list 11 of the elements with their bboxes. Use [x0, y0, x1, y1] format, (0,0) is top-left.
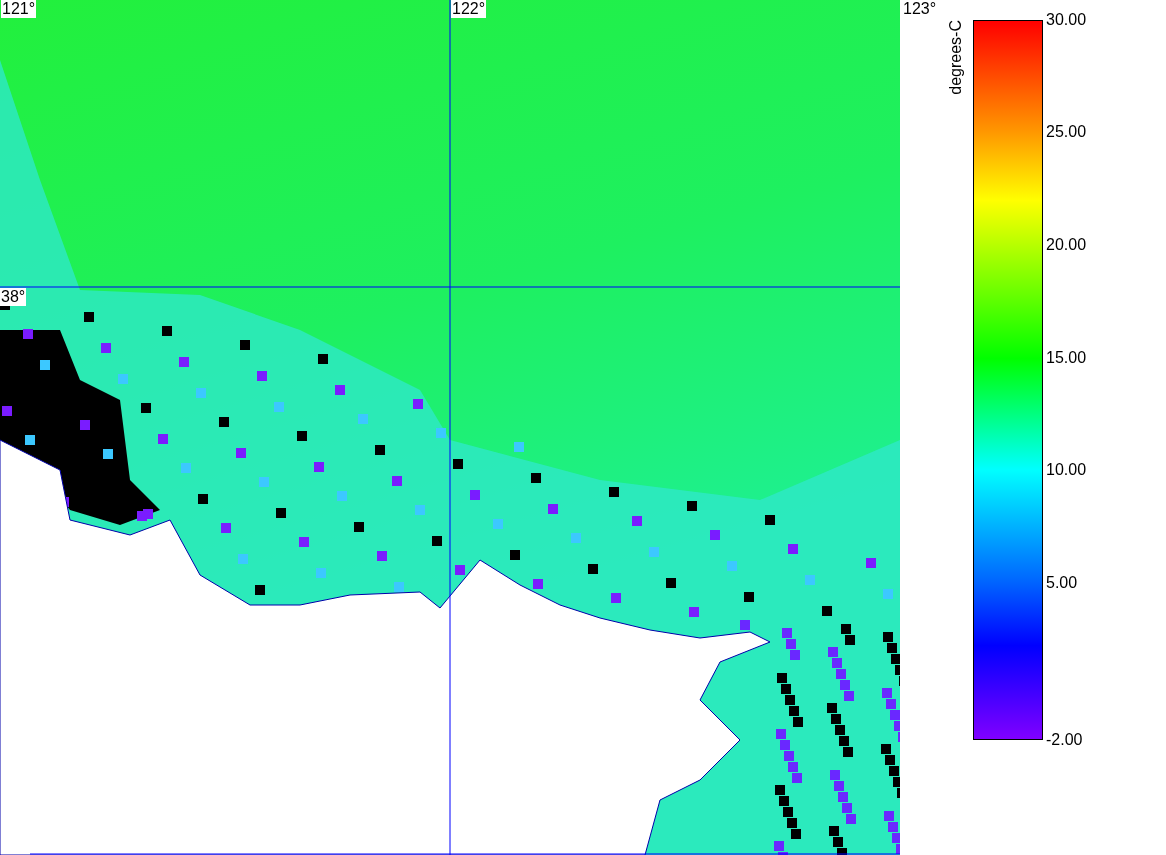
- scale-tick-label: 10.00: [1046, 460, 1087, 480]
- scale-tick-label: 5.00: [1046, 573, 1078, 593]
- scale-tick-label: 30.00: [1046, 10, 1087, 30]
- scale-tick-label: 15.00: [1046, 348, 1087, 368]
- scale-tick-label: 20.00: [1046, 235, 1087, 255]
- longitude-label: 121°: [1, 0, 37, 18]
- latitude-label: 38°: [0, 288, 27, 306]
- scale-tick-label: 25.00: [1046, 122, 1087, 142]
- scale-tick-label: -2.00: [1046, 730, 1083, 750]
- unit-label: degrees-C: [946, 20, 965, 95]
- longitude-label: 122°: [451, 0, 487, 18]
